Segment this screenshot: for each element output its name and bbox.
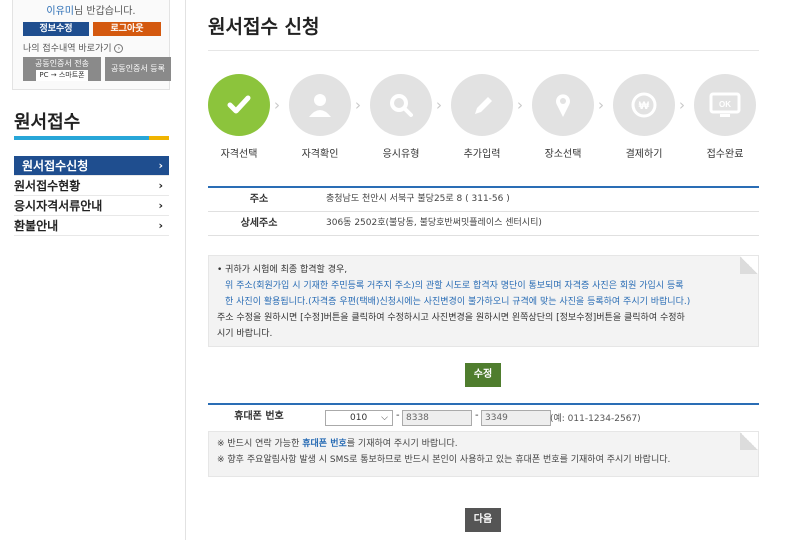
magnifier-icon	[370, 74, 432, 136]
detail-address-label: 상세주소	[240, 218, 278, 229]
notice-line: 위 주소(회원가입 시 기재한 주민등록 거주지 주소)의 관할 시도로 합격자…	[225, 281, 684, 291]
sidebar-item-label: 환불안내	[14, 219, 59, 233]
welcome-text: 이유미님 반갑습니다.	[13, 2, 169, 17]
phone-example: (예: 011-1234-2567)	[550, 414, 641, 424]
step-4: 추가입력	[451, 74, 513, 160]
svg-text:₩: ₩	[639, 100, 650, 112]
notice-line: • 귀하가 시험에 최종 합격할 경우,	[217, 265, 348, 275]
chevron-right-icon: ›	[158, 199, 163, 212]
sidebar-item-label: 응시자격서류안내	[14, 199, 103, 213]
chevron-right-icon: ›	[436, 96, 442, 114]
divider	[208, 50, 759, 51]
address-notice: • 귀하가 시험에 최종 합격할 경우, 위 주소(회원가입 시 기재한 주민등…	[208, 255, 759, 347]
table-row: 상세주소 306동 2502호(불당동, 불당호반써밋플레이스 센터시티)	[208, 212, 759, 236]
address-value: 충청남도 천안시 서북구 불당25로 8 ( 311-56 )	[326, 194, 510, 204]
step-3: 응시유형	[370, 74, 432, 160]
page-title: 원서접수 신청	[208, 16, 320, 38]
chevron-right-icon: ›	[679, 96, 685, 114]
sidebar-item-documents[interactable]: 응시자격서류안내 ›	[14, 196, 169, 216]
step-7: OK 접수완료	[694, 74, 756, 160]
notice-emphasis: 휴대폰 번호	[302, 439, 347, 449]
notice-line: 한 사진이 활용됩니다.(자격증 우편(택배)신청시에는 사진변경이 불가하오니…	[225, 297, 691, 307]
notice-line: ※ 반드시 연락 가능한 휴대폰 번호를 기재하여 주시기 바랍니다.	[217, 436, 750, 452]
phone-middle-input[interactable]: 8338	[402, 410, 472, 426]
page-fold-icon	[740, 432, 758, 450]
my-applications-label: 나의 접수내역 바로가기	[23, 44, 112, 54]
detail-address-value: 306동 2502호(불당동, 불당호반써밋플레이스 센터시티)	[326, 218, 542, 228]
check-icon	[208, 74, 270, 136]
step-label: 접수완료	[706, 149, 744, 160]
step-label: 응시유형	[382, 149, 420, 160]
user-box: 이유미님 반갑습니다. 정보수정 로그아웃 나의 접수내역 바로가기 › 공동인…	[12, 0, 171, 90]
phone-last-input[interactable]: 3349	[481, 410, 551, 426]
cert-register-button[interactable]: 공동인증서 등록	[105, 57, 171, 81]
step-label: 장소선택	[544, 149, 582, 160]
chevron-right-icon: ›	[158, 219, 163, 232]
step-label: 자격선택	[220, 149, 258, 160]
sidebar-item-apply[interactable]: 원서접수신청 ›	[14, 156, 169, 176]
step-label: 결제하기	[625, 149, 663, 160]
logout-button[interactable]: 로그아웃	[93, 22, 161, 36]
phone-notice: ※ 반드시 연락 가능한 휴대폰 번호를 기재하여 주시기 바랍니다. ※ 향후…	[208, 431, 759, 477]
chevron-right-icon: ›	[598, 96, 604, 114]
edit-button[interactable]: 수정	[465, 363, 501, 387]
ok-monitor-icon: OK	[694, 74, 756, 136]
phone-row: 휴대폰 번호 010 ⌵ - 8338 - 3349 (예: 011-1234-2…	[208, 403, 759, 429]
step-label: 추가입력	[463, 149, 501, 160]
step-progress: 자격선택 › 자격확인 › 응시유형 › 추가입력 › 장소선택 › ₩ 결제하…	[208, 74, 768, 164]
chevron-right-icon: ›	[517, 96, 523, 114]
sidebar-item-status[interactable]: 원서접수현황 ›	[14, 176, 169, 196]
phone-prefix-value: 010	[350, 413, 368, 423]
info-edit-button[interactable]: 정보수정	[23, 22, 89, 36]
lnb-underline	[14, 136, 169, 140]
chevron-down-icon: ⌵	[381, 413, 388, 423]
chevron-right-icon: ›	[158, 159, 163, 172]
side-menu: 원서접수신청 › 원서접수현황 › 응시자격서류안내 › 환불안내 ›	[14, 156, 169, 236]
pencil-icon	[451, 74, 513, 136]
my-applications-link[interactable]: 나의 접수내역 바로가기 ›	[23, 41, 124, 54]
step-1: 자격선택	[208, 74, 270, 160]
step-6: ₩ 결제하기	[613, 74, 675, 160]
won-coin-icon: ₩	[613, 74, 675, 136]
next-button[interactable]: 다음	[465, 508, 501, 532]
step-5: 장소선택	[532, 74, 594, 160]
cert-send-label: 공동인증서 전송	[34, 59, 90, 68]
svg-text:OK: OK	[719, 100, 731, 109]
table-row: 주소 충청남도 천안시 서북구 불당25로 8 ( 311-56 )	[208, 188, 759, 212]
phone-prefix-select[interactable]: 010 ⌵	[325, 410, 393, 426]
address-table: 주소 충청남도 천안시 서북구 불당25로 8 ( 311-56 ) 상세주소 …	[208, 186, 759, 236]
chevron-right-icon: ›	[355, 96, 361, 114]
chevron-right-icon: ›	[274, 96, 280, 114]
dash: -	[475, 410, 479, 421]
address-label: 주소	[249, 194, 269, 205]
sidebar-item-label: 원서접수신청	[22, 159, 89, 173]
notice-text: ※ 반드시 연락 가능한	[217, 439, 303, 449]
notice-text: 를 기재하여 주시기 바랍니다.	[346, 439, 458, 449]
notice-line: 주소 수정을 원하시면 [수정]버튼을 클릭하여 수정하시고 사진변경을 원하시…	[217, 313, 685, 323]
dash: -	[396, 410, 400, 421]
cert-send-sub: PC → 스마트폰	[36, 70, 88, 81]
chevron-right-icon: ›	[114, 44, 124, 53]
chevron-right-icon: ›	[158, 179, 163, 192]
cert-send-button[interactable]: 공동인증서 전송 PC → 스마트폰	[23, 57, 101, 81]
sidebar-item-refund[interactable]: 환불안내 ›	[14, 216, 169, 236]
user-name: 이유미	[46, 6, 75, 17]
location-pin-icon	[532, 74, 594, 136]
phone-label: 휴대폰 번호	[234, 411, 284, 422]
step-2: 자격확인	[289, 74, 351, 160]
welcome-suffix: 님 반갑습니다.	[74, 6, 136, 17]
person-icon	[289, 74, 351, 136]
page-fold-icon	[740, 256, 758, 274]
step-label: 자격확인	[301, 149, 339, 160]
left-sidebar: 이유미님 반갑습니다. 정보수정 로그아웃 나의 접수내역 바로가기 › 공동인…	[0, 0, 186, 540]
notice-line: ※ 향후 주요알림사항 발생 시 SMS로 통보하므로 반드시 본인이 사용하고…	[217, 455, 671, 465]
lnb-title: 원서접수	[14, 112, 81, 133]
sidebar-item-label: 원서접수현황	[14, 179, 81, 193]
notice-line: 시기 바랍니다.	[217, 329, 273, 339]
